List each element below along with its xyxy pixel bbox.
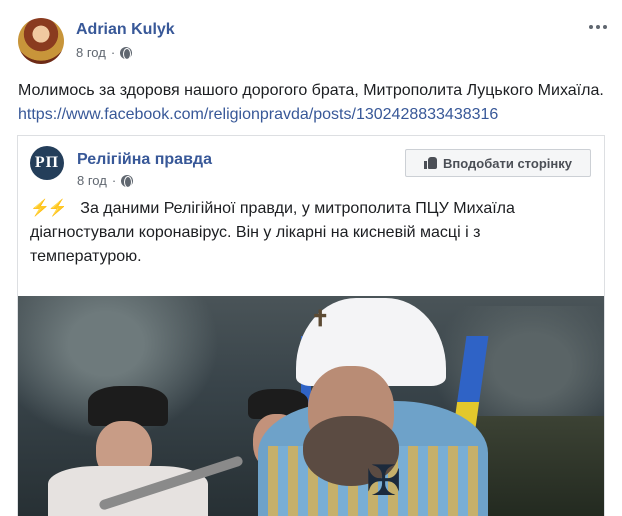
shared-page-name[interactable]: Релігійна правда	[77, 151, 212, 169]
post-author-name[interactable]: Adrian Kulyk	[76, 21, 175, 39]
thumbs-up-icon	[424, 157, 438, 169]
globe-icon[interactable]	[121, 174, 134, 188]
post-photo[interactable]: ✝ ✠	[18, 296, 604, 516]
like-page-button[interactable]: Вподобати сторінку	[405, 149, 591, 177]
photo-crowd	[474, 416, 604, 516]
like-page-label: Вподобати сторінку	[443, 155, 572, 171]
cross-icon: ✠	[366, 457, 402, 504]
shared-meta: 8 год ·	[77, 173, 134, 188]
page-logo[interactable]: РП	[30, 146, 64, 180]
shared-meta-separator: ·	[111, 173, 117, 188]
post-timestamp[interactable]: 8 год	[76, 45, 106, 60]
post-body: Молимось за здоровя нашого дорогого брат…	[18, 82, 604, 99]
shared-post[interactable]: РП Релігійна правда 8 год · Вподобати ст…	[17, 135, 605, 516]
more-options-icon	[596, 25, 600, 29]
post-link[interactable]: https://www.facebook.com/religionpravda/…	[18, 106, 498, 123]
more-options-icon	[603, 25, 607, 29]
photo-cleric-hat	[88, 386, 168, 426]
cross-icon: ✝	[311, 306, 330, 331]
facebook-post: Adrian Kulyk 8 год · Молимось за здоровя…	[0, 0, 622, 516]
shared-body: За даними Релігійної правди, у митрополи…	[30, 200, 515, 265]
post-text: Молимось за здоровя нашого дорогого брат…	[18, 79, 608, 127]
lightning-emoji-icon: ⚡⚡	[30, 200, 68, 217]
shared-text: ⚡⚡ За даними Релігійної правди, у митроп…	[30, 197, 590, 269]
shared-timestamp[interactable]: 8 год	[77, 173, 107, 188]
meta-separator: ·	[110, 45, 116, 60]
globe-icon[interactable]	[120, 46, 133, 60]
more-options-button[interactable]	[586, 17, 610, 37]
post-meta: 8 год ·	[76, 45, 133, 60]
more-options-icon	[589, 25, 593, 29]
author-avatar[interactable]	[18, 18, 64, 64]
